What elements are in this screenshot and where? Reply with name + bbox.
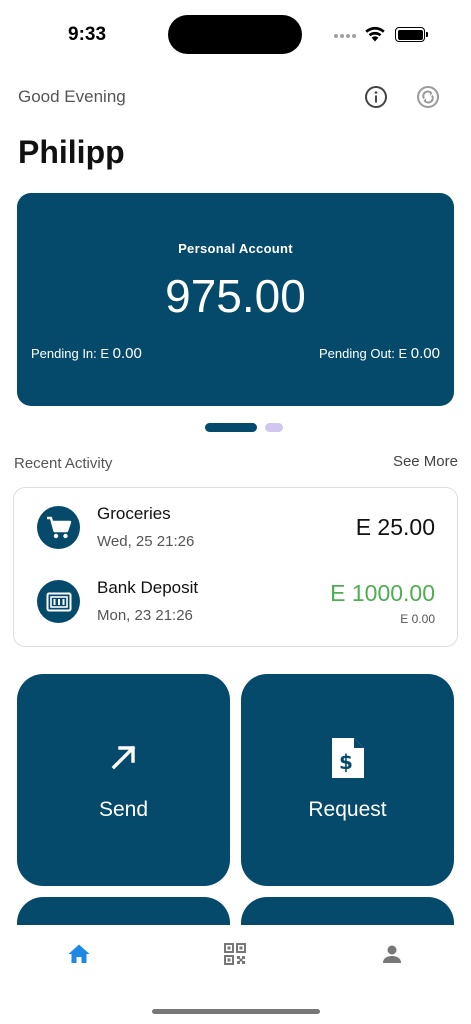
pending-out: Pending Out: E 0.00: [319, 345, 440, 362]
activity-title: Bank Deposit: [97, 578, 199, 597]
activity-item-groceries[interactable]: Groceries Wed, 25 21:26 E 25.00: [14, 498, 457, 558]
home-icon[interactable]: [67, 942, 91, 966]
pager-dot-active[interactable]: [205, 423, 257, 432]
request-button[interactable]: $ Request: [241, 674, 454, 886]
activity-sub-amount: E 0.00: [400, 612, 435, 626]
bank-icon: [37, 580, 80, 623]
account-balance: 975.00: [165, 270, 306, 322]
wifi-icon: [365, 26, 385, 42]
profile-icon[interactable]: [380, 942, 404, 966]
activity-item-bank-deposit[interactable]: Bank Deposit Mon, 23 21:26 E 1000.00 E 0…: [14, 572, 457, 632]
dynamic-island: [168, 15, 302, 54]
activity-amount: E 1000.00: [330, 580, 435, 606]
pending-in: Pending In: E 0.00: [31, 345, 142, 362]
invoice-dollar-icon: $: [331, 738, 364, 778]
battery-icon: [395, 27, 428, 42]
pager-dot-inactive[interactable]: [265, 423, 283, 432]
request-label: Request: [308, 798, 387, 821]
activity-title: Groceries: [97, 504, 171, 523]
activity-date: Mon, 23 21:26: [97, 607, 193, 624]
send-label: Send: [98, 798, 149, 821]
card-pager: [0, 423, 471, 433]
signal-dots-icon: [334, 34, 356, 38]
arrow-up-right-icon: [111, 745, 135, 770]
activity-list: Groceries Wed, 25 21:26 E 25.00 Bank Dep…: [13, 487, 458, 647]
sync-icon[interactable]: [416, 85, 440, 109]
info-icon[interactable]: [364, 85, 388, 109]
see-more-link[interactable]: See More: [393, 453, 458, 470]
home-indicator[interactable]: [152, 1009, 320, 1014]
recent-activity-title: Recent Activity: [14, 455, 113, 472]
activity-amount: E 25.00: [355, 514, 435, 540]
activity-date: Wed, 25 21:26: [97, 533, 195, 550]
pending-out-label: Pending Out: E: [319, 346, 411, 361]
status-bar: 9:33: [0, 0, 471, 70]
user-name: Philipp: [18, 134, 125, 170]
account-title: Personal Account: [178, 241, 293, 256]
greeting-text: Good Evening: [18, 87, 126, 106]
send-button[interactable]: Send: [17, 674, 230, 886]
status-time: 9:33: [68, 24, 107, 45]
pending-out-amount: 0.00: [410, 345, 440, 362]
pending-in-label: Pending In: E: [31, 346, 113, 361]
pending-in-amount: 0.00: [112, 345, 142, 362]
cart-icon: [37, 506, 80, 549]
svg-text:$: $: [339, 750, 353, 774]
account-card[interactable]: Personal Account 975.00 Pending In: E 0.…: [17, 193, 454, 406]
qr-code-icon[interactable]: [223, 942, 247, 966]
